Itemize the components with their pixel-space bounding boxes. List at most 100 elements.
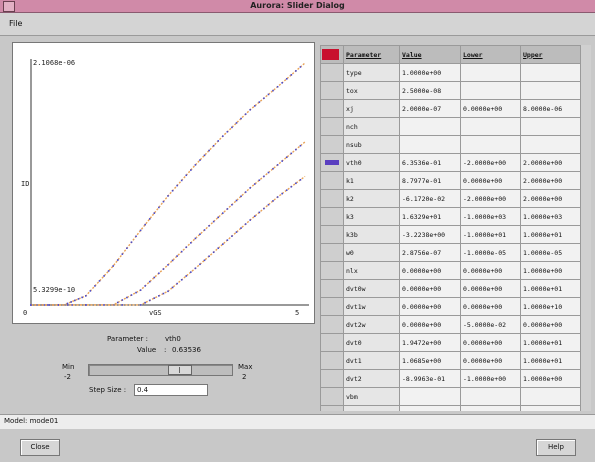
- step-size-input[interactable]: 0.4: [134, 384, 208, 396]
- param-name-cell[interactable]: k3: [343, 207, 400, 226]
- table-row[interactable]: k1 8.7977e-01 0.0000e+00 2.0000e+00: [320, 171, 581, 190]
- close-button[interactable]: Close: [20, 439, 60, 456]
- table-row[interactable]: nch: [320, 117, 581, 136]
- header-lower[interactable]: Lower: [460, 45, 521, 64]
- menu-file[interactable]: File: [9, 19, 22, 28]
- slider-thumb[interactable]: [168, 365, 192, 375]
- param-name-cell[interactable]: dvt0: [343, 333, 400, 352]
- param-lower-cell[interactable]: -1.0000e+03: [460, 207, 521, 226]
- table-row[interactable]: nsub: [320, 135, 581, 154]
- table-row[interactable]: vbm: [320, 387, 581, 406]
- param-name-cell[interactable]: dvt1: [343, 351, 400, 370]
- param-lower-cell[interactable]: 0.0000e+00: [460, 279, 521, 298]
- row-select-cell[interactable]: [320, 333, 344, 352]
- row-select-cell[interactable]: [320, 207, 344, 226]
- param-lower-cell[interactable]: 0.0000e+00: [460, 333, 521, 352]
- param-value-cell[interactable]: 6.3536e-01: [399, 153, 461, 172]
- param-value-cell[interactable]: 1.0685e+00: [399, 351, 461, 370]
- param-upper-cell[interactable]: [520, 135, 581, 154]
- param-value-cell[interactable]: -8.9963e-01: [399, 369, 461, 388]
- param-value-cell[interactable]: 2.0000e-07: [399, 99, 461, 118]
- row-select-cell[interactable]: [320, 315, 344, 334]
- param-name-cell[interactable]: xj: [343, 99, 400, 118]
- param-name-cell[interactable]: nsub: [343, 135, 400, 154]
- param-name-cell[interactable]: w0: [343, 243, 400, 262]
- param-value-cell[interactable]: 1.6329e+01: [399, 207, 461, 226]
- table-row[interactable]: dvt1 1.0685e+00 0.0000e+00 1.0000e+01: [320, 351, 581, 370]
- param-lower-cell[interactable]: -2.0000e+00: [460, 153, 521, 172]
- param-lower-cell[interactable]: 0.0000e+00: [460, 261, 521, 280]
- param-name-cell[interactable]: nlx: [343, 261, 400, 280]
- row-select-cell[interactable]: [320, 261, 344, 280]
- param-name-cell[interactable]: dvt0w: [343, 279, 400, 298]
- param-upper-cell[interactable]: 1.0000e+01: [520, 279, 581, 298]
- row-select-cell[interactable]: [320, 153, 344, 172]
- table-row[interactable]: u05.6023e-021.0000e-021.0000e+03: [320, 405, 581, 411]
- param-upper-cell[interactable]: [520, 81, 581, 100]
- param-value-cell[interactable]: 0.0000e+00: [399, 279, 461, 298]
- param-upper-cell[interactable]: 2.0000e+00: [520, 171, 581, 190]
- param-value-cell[interactable]: 1.9472e+00: [399, 333, 461, 352]
- table-row[interactable]: dvt2w 0.0000e+00 -5.0000e-02 0.0000e+00: [320, 315, 581, 334]
- param-lower-cell[interactable]: [460, 387, 521, 406]
- param-upper-cell[interactable]: 1.0000e+03: [520, 207, 581, 226]
- table-row[interactable]: dvt0w 0.0000e+00 0.0000e+00 1.0000e+01: [320, 279, 581, 298]
- param-value-cell[interactable]: 0.0000e+00: [399, 261, 461, 280]
- param-upper-cell[interactable]: 1.0000e+00: [520, 261, 581, 280]
- param-lower-cell[interactable]: 0.0000e+00: [460, 297, 521, 316]
- param-lower-cell[interactable]: -1.0000e+01: [460, 225, 521, 244]
- param-lower-cell[interactable]: -1.0000e-05: [460, 243, 521, 262]
- row-select-cell[interactable]: [320, 405, 344, 411]
- param-upper-cell[interactable]: 1.0000e+00: [520, 369, 581, 388]
- row-select-cell[interactable]: [320, 135, 344, 154]
- param-value-cell[interactable]: [399, 387, 461, 406]
- param-name-cell[interactable]: k2: [343, 189, 400, 208]
- param-upper-cell[interactable]: [520, 117, 581, 136]
- param-name-cell[interactable]: dvt2: [343, 369, 400, 388]
- row-select-cell[interactable]: [320, 225, 344, 244]
- param-lower-cell[interactable]: [460, 63, 521, 82]
- table-row[interactable]: k3 1.6329e+01 -1.0000e+03 1.0000e+03: [320, 207, 581, 226]
- param-value-cell[interactable]: 1.0000e+00: [399, 63, 461, 82]
- table-row[interactable]: tox 2.5000e-08: [320, 81, 581, 100]
- header-parameter[interactable]: Parameter: [343, 45, 400, 64]
- row-select-cell[interactable]: [320, 279, 344, 298]
- param-value-cell[interactable]: -3.2238e+00: [399, 225, 461, 244]
- table-row[interactable]: type 1.0000e+00: [320, 63, 581, 82]
- param-name-cell[interactable]: k3b: [343, 225, 400, 244]
- param-name-cell[interactable]: dvt1w: [343, 297, 400, 316]
- param-lower-cell[interactable]: -5.0000e-02: [460, 315, 521, 334]
- param-upper-cell[interactable]: 8.0000e-06: [520, 99, 581, 118]
- param-upper-cell[interactable]: 1.0000e+01: [520, 225, 581, 244]
- row-select-cell[interactable]: [320, 351, 344, 370]
- param-name-cell[interactable]: type: [343, 63, 400, 82]
- param-lower-cell[interactable]: -1.0000e+00: [460, 369, 521, 388]
- param-value-cell[interactable]: 2.5000e-08: [399, 81, 461, 100]
- param-value-cell[interactable]: [399, 117, 461, 136]
- param-lower-cell[interactable]: [460, 117, 521, 136]
- parameter-slider[interactable]: [88, 364, 233, 376]
- table-row[interactable]: k3b -3.2238e+00 -1.0000e+01 1.0000e+01: [320, 225, 581, 244]
- param-value-cell[interactable]: 0.0000e+00: [399, 315, 461, 334]
- param-name-cell[interactable]: dvt2w: [343, 315, 400, 334]
- table-row[interactable]: dvt2 -8.9963e-01 -1.0000e+00 1.0000e+00: [320, 369, 581, 388]
- param-lower-cell[interactable]: [460, 81, 521, 100]
- row-select-cell[interactable]: [320, 243, 344, 262]
- param-upper-cell[interactable]: 1.0000e+03: [520, 405, 581, 411]
- param-upper-cell[interactable]: 1.0000e-05: [520, 243, 581, 262]
- row-select-cell[interactable]: [320, 387, 344, 406]
- param-value-cell[interactable]: 8.7977e-01: [399, 171, 461, 190]
- row-select-cell[interactable]: [320, 81, 344, 100]
- param-upper-cell[interactable]: 0.0000e+00: [520, 315, 581, 334]
- row-select-cell[interactable]: [320, 297, 344, 316]
- row-select-cell[interactable]: [320, 369, 344, 388]
- table-row[interactable]: k2 -6.1720e-02 -2.0000e+00 2.0000e+00: [320, 189, 581, 208]
- param-name-cell[interactable]: tox: [343, 81, 400, 100]
- select-all-check[interactable]: [320, 45, 344, 64]
- header-value[interactable]: Value: [399, 45, 461, 64]
- table-row[interactable]: w0 2.8756e-07 -1.0000e-05 1.0000e-05: [320, 243, 581, 262]
- table-row[interactable]: dvt0 1.9472e+00 0.0000e+00 1.0000e+01: [320, 333, 581, 352]
- param-name-cell[interactable]: u0: [343, 405, 400, 411]
- param-lower-cell[interactable]: [460, 135, 521, 154]
- table-row[interactable]: xj 2.0000e-07 0.0000e+00 8.0000e-06: [320, 99, 581, 118]
